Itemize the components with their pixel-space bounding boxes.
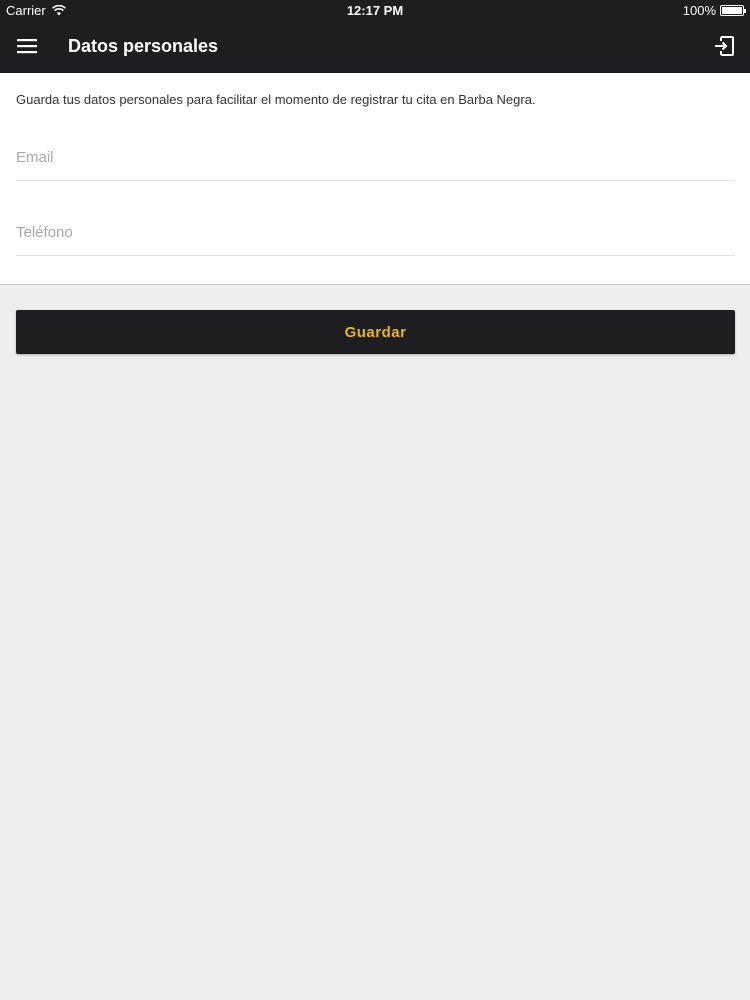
phone-field[interactable] — [16, 210, 735, 255]
save-button[interactable]: Guardar — [16, 310, 735, 354]
email-field[interactable] — [16, 135, 735, 180]
status-bar: Carrier 12:17 PM 100% — [0, 0, 750, 20]
battery-percent: 100% — [682, 3, 716, 18]
page-title: Datos personales — [68, 36, 219, 56]
battery-fill — [722, 7, 742, 14]
personal-data-form: Guarda tus datos personales para facilit… — [0, 73, 750, 285]
status-battery: 100% — [682, 3, 746, 18]
status-time: 12:17 PM — [346, 3, 404, 18]
app-toolbar: Datos personales — [0, 20, 750, 73]
intro-text: Guarda tus datos personales para facilit… — [16, 92, 536, 107]
hamburger-menu-icon — [17, 39, 37, 54]
phone-field-wrapper — [16, 210, 735, 256]
logout-button[interactable] — [708, 30, 740, 62]
logout-icon — [715, 36, 734, 56]
battery-icon — [720, 5, 746, 16]
menu-button[interactable] — [10, 29, 44, 63]
email-field-wrapper — [16, 135, 735, 181]
